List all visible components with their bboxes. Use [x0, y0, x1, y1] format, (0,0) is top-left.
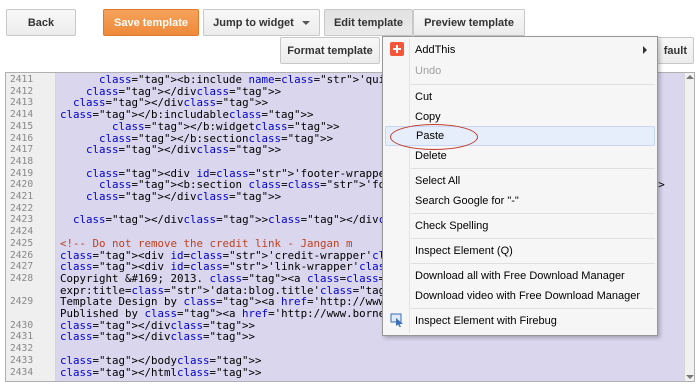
menu-separator	[411, 238, 655, 239]
menu-separator	[411, 168, 655, 169]
menu-item-label: Download all with Free Download Manager	[415, 270, 625, 282]
line-number: 2414	[10, 109, 34, 121]
format-template-button[interactable]: Format template	[280, 37, 380, 64]
line-number: 2434	[10, 366, 34, 378]
line-number: 2417	[10, 144, 34, 156]
menu-item-cut[interactable]: Cut	[385, 87, 655, 107]
menu-item-label: AddThis	[415, 44, 456, 56]
line-number: 2424	[10, 226, 34, 238]
preview-template-tab[interactable]: Preview template	[413, 9, 525, 36]
menu-separator	[411, 263, 655, 264]
line-number: 2421	[10, 191, 34, 202]
line-number: 2413	[10, 97, 34, 109]
menu-item-inspect-firebug[interactable]: Inspect Element with Firebug	[385, 311, 655, 331]
submenu-arrow-icon	[643, 46, 647, 54]
jump-to-widget-dropdown[interactable]: Jump to widget	[203, 9, 320, 36]
line-number: 2412	[10, 85, 34, 97]
code-text: class="tag"></htmlclass="tag">>	[60, 365, 262, 379]
line-number: 2418	[10, 155, 34, 167]
menu-item-label: Undo	[415, 65, 442, 77]
menu-item-search-google[interactable]: Search Google for "-"	[385, 191, 655, 211]
menu-separator	[411, 308, 655, 309]
line-number: 2415	[10, 120, 34, 132]
line-number: 2423	[10, 214, 34, 226]
line-number: 2428	[10, 272, 34, 284]
menu-item-undo[interactable]: Undo	[385, 61, 655, 81]
firebug-inspect-icon	[390, 313, 404, 327]
menu-separator	[411, 213, 655, 214]
menu-item-label: Search Google for "-"	[415, 195, 519, 207]
menu-item-addthis[interactable]: AddThis	[385, 40, 655, 60]
line-number: 2411	[10, 74, 34, 85]
line-number: 2433	[10, 354, 34, 366]
line-number: 2425	[10, 237, 34, 249]
line-number: 2420	[10, 179, 34, 191]
menu-item-label: Inspect Element (Q)	[415, 245, 513, 257]
menu-separator	[411, 84, 655, 85]
line-number: 2422	[10, 202, 34, 214]
code-line: 2434 class="tag"></htmlclass="tag">>	[6, 365, 694, 379]
menu-item-label: Inspect Element with Firebug	[415, 315, 557, 327]
menu-item-inspect-element[interactable]: Inspect Element (Q)	[385, 241, 655, 261]
line-number: 2432	[10, 343, 34, 355]
menu-item-label: Copy	[415, 111, 441, 123]
line-number: 2429	[10, 296, 34, 308]
chevron-down-icon	[301, 20, 310, 25]
line-number: 2426	[10, 249, 34, 261]
line-number: 2416	[10, 132, 34, 144]
addthis-icon	[390, 42, 404, 56]
line-number: 2419	[10, 167, 34, 179]
line-number: 2430	[10, 319, 34, 331]
code-text: class="tag"></divclass="tag">>	[86, 190, 282, 203]
code-text: Published by class="tag"><a href='http:/…	[60, 307, 431, 320]
menu-item-label: Delete	[415, 150, 447, 162]
menu-item-label: Check Spelling	[415, 220, 489, 232]
line-number: 2431	[10, 331, 34, 343]
back-button[interactable]: Back	[6, 9, 76, 36]
save-template-button[interactable]: Save template	[103, 9, 199, 36]
edit-template-tab[interactable]: Edit template	[324, 9, 413, 36]
code-text: class="tag"></divclass="tag">>	[60, 330, 256, 344]
line-number: 2427	[10, 261, 34, 273]
context-menu: AddThis Undo Cut Copy Paste Delete Selec…	[382, 36, 658, 336]
menu-item-check-spelling[interactable]: Check Spelling	[385, 216, 655, 236]
jump-to-widget-label: Jump to widget	[213, 16, 294, 29]
paste-highlight-annotation	[390, 124, 478, 150]
menu-item-label: Download video with Free Download Manage…	[415, 290, 641, 302]
menu-item-download-all[interactable]: Download all with Free Download Manager	[385, 266, 655, 286]
code-text: class="tag"></divclass="tag">>	[86, 143, 282, 157]
menu-item-download-video[interactable]: Download video with Free Download Manage…	[385, 286, 655, 306]
menu-item-select-all[interactable]: Select All	[385, 171, 655, 191]
menu-item-label: Select All	[415, 175, 461, 187]
code-line: 2433 class="tag"></bodyclass="tag">>	[6, 354, 694, 367]
menu-item-label: Cut	[415, 91, 433, 103]
